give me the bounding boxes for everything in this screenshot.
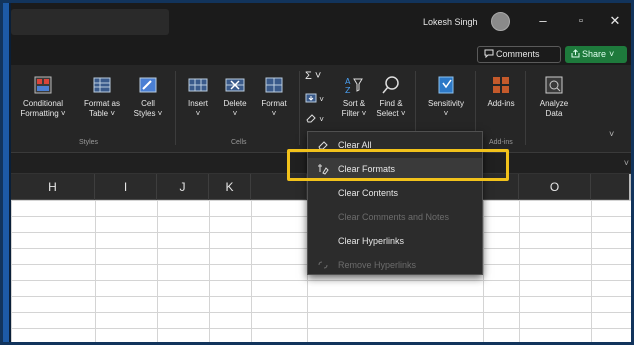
screenshot-frame: [0, 0, 634, 345]
